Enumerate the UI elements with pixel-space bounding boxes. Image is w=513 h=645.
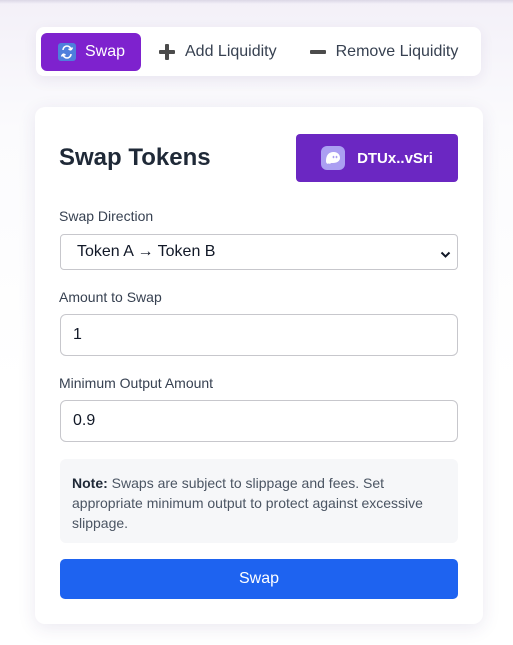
plus-icon (158, 43, 176, 61)
swap-direction-label: Swap Direction (59, 208, 154, 224)
swap-direction-select[interactable]: Token A → Token B (60, 234, 458, 270)
minus-icon (309, 43, 327, 61)
min-output-label: Minimum Output Amount (59, 375, 214, 391)
tab-swap[interactable]: Swap (41, 32, 141, 71)
wallet-button[interactable]: DTUx..vSri (296, 134, 458, 182)
tab-add-liquidity[interactable]: Add Liquidity (158, 33, 277, 71)
chevron-down-icon (440, 247, 451, 265)
min-output-input[interactable]: 0.9 (60, 400, 458, 442)
swap-arrows-icon (58, 42, 76, 61)
swap-direction-value: Token A → Token B (77, 243, 216, 260)
tab-remove-liquidity[interactable]: Remove Liquidity (309, 33, 459, 71)
amount-input[interactable]: 1 (60, 314, 458, 356)
note-prefix: Note: (72, 475, 108, 491)
note-text: Swaps are subject to slippage and fees. … (72, 475, 423, 531)
amount-value: 1 (73, 326, 82, 343)
tab-add-liquidity-label: Add Liquidity (185, 42, 277, 60)
slippage-note: Note: Swaps are subject to slippage and … (60, 459, 458, 543)
top-shadow (0, 0, 513, 4)
phantom-ghost-icon (321, 146, 346, 170)
page-title: Swap Tokens (59, 144, 211, 171)
amount-label: Amount to Swap (59, 289, 162, 305)
swap-card: Swap Tokens DTUx..vSri Swap Direction To… (35, 107, 483, 624)
tab-bar: Swap Add Liquidity Remove Liquidity (36, 27, 481, 76)
tab-swap-label: Swap (85, 42, 126, 60)
wallet-address: DTUx..vSri (357, 149, 433, 167)
swap-button[interactable]: Swap (60, 559, 458, 599)
tab-remove-liquidity-label: Remove Liquidity (335, 42, 459, 60)
min-output-value: 0.9 (73, 412, 96, 429)
